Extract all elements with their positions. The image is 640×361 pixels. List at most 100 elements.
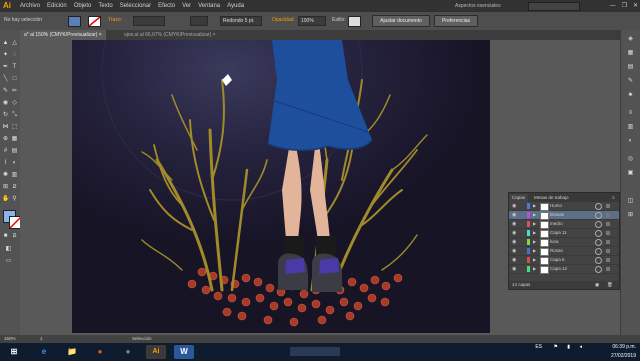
illustrator-logo[interactable]: Ai xyxy=(3,1,17,11)
target-circle-icon[interactable] xyxy=(595,203,602,210)
mesh-tool-icon[interactable]: # xyxy=(2,148,9,155)
volume-icon[interactable]: ◂ xyxy=(572,343,582,361)
layer-row[interactable]: ◉ ▶ Rosas xyxy=(509,247,619,256)
direct-selection-tool-icon[interactable]: △ xyxy=(11,40,18,47)
line-tool-icon[interactable]: ╲ xyxy=(2,76,9,83)
menu-ayuda[interactable]: Ayuda xyxy=(227,0,244,12)
stroke-panel-icon[interactable]: ≡ xyxy=(627,110,634,117)
eraser-tool-icon[interactable]: ◇ xyxy=(11,100,18,107)
scale-tool-icon[interactable]: ⤡ xyxy=(11,112,18,119)
new-layer-icon[interactable]: ▣ xyxy=(595,281,599,289)
layer-row[interactable]: ◉ ▶ Capa 11 xyxy=(509,229,619,238)
magic-wand-icon[interactable]: ✦ xyxy=(2,52,9,59)
target-circle-icon[interactable] xyxy=(595,230,602,237)
canvas-area[interactable] xyxy=(20,40,620,335)
swatches-panel-icon[interactable]: ▤ xyxy=(627,64,634,71)
tab-close-icon[interactable]: × xyxy=(99,32,102,38)
menu-ver[interactable]: Ver xyxy=(182,0,191,12)
color-mode-icon[interactable]: ■ xyxy=(2,233,9,240)
artboard[interactable] xyxy=(72,40,490,333)
internet-explorer-icon[interactable]: e xyxy=(34,345,54,359)
column-graph-icon[interactable]: ▥ xyxy=(11,172,18,179)
tab-artboards[interactable]: Mesas de trabajo xyxy=(531,194,572,202)
chrome-icon[interactable]: ● xyxy=(118,345,138,359)
help-search-input[interactable] xyxy=(528,2,580,11)
clock[interactable]: 06:39 p.m. 27/02/2019 xyxy=(586,343,636,361)
opacity-field[interactable]: 100% xyxy=(298,16,326,26)
expand-triangle-icon[interactable]: ▶ xyxy=(533,211,538,219)
layer-row[interactable]: ◉ ▶ Humo xyxy=(509,202,619,211)
selection-indicator[interactable] xyxy=(606,204,610,208)
selection-indicator[interactable] xyxy=(606,249,610,253)
variable-width-profile[interactable] xyxy=(190,16,208,26)
status-mode[interactable]: Selección xyxy=(132,335,152,343)
brush-definition-select[interactable]: Redondo 5 pt. xyxy=(220,16,262,26)
target-circle-icon[interactable] xyxy=(595,239,602,246)
menu-objeto[interactable]: Objeto xyxy=(74,0,92,12)
gradient-tool-icon[interactable]: ▤ xyxy=(11,148,18,155)
minimize-icon[interactable]: — xyxy=(610,0,616,12)
blend-tool-icon[interactable]: ◐ xyxy=(11,160,18,167)
width-tool-icon[interactable]: ⋈ xyxy=(2,124,9,131)
pen-tool-icon[interactable]: ✒ xyxy=(2,64,9,71)
layer-name[interactable]: medro xyxy=(550,220,563,228)
menu-texto[interactable]: Texto xyxy=(98,0,112,12)
expand-triangle-icon[interactable]: ▶ xyxy=(533,256,538,264)
color-panel-icon[interactable]: ◈ xyxy=(627,36,634,43)
blob-brush-icon[interactable]: ◉ xyxy=(2,100,9,107)
tab-close-icon[interactable]: × xyxy=(213,32,216,38)
eyedropper-tool-icon[interactable]: ⌇ xyxy=(2,160,9,167)
expand-triangle-icon[interactable]: ▶ xyxy=(533,220,538,228)
expand-triangle-icon[interactable]: ▶ xyxy=(533,247,538,255)
graphic-styles-icon[interactable]: ▣ xyxy=(627,170,634,177)
visibility-eye-icon[interactable]: ◉ xyxy=(512,221,518,227)
stroke-weight-field[interactable] xyxy=(133,16,165,26)
menu-archivo[interactable]: Archivo xyxy=(20,0,40,12)
stroke-swatch[interactable] xyxy=(88,16,101,27)
layer-name[interactable]: Rosas xyxy=(550,247,563,255)
visibility-eye-icon[interactable]: ◉ xyxy=(512,239,518,245)
layer-name[interactable]: Brasas xyxy=(550,211,564,219)
flag-icon[interactable]: ⚑ xyxy=(548,343,558,361)
fill-swatch[interactable] xyxy=(68,16,81,27)
expand-triangle-icon[interactable]: ▶ xyxy=(533,265,538,273)
layer-row[interactable]: ◉ ▶ medro xyxy=(509,220,619,229)
expand-triangle-icon[interactable]: ▶ xyxy=(533,202,538,210)
network-icon[interactable]: ▮ xyxy=(560,343,570,361)
transparency-panel-icon[interactable]: ◐ xyxy=(627,138,634,145)
appearance-panel-icon[interactable]: ◎ xyxy=(627,156,634,163)
artboard-navigator[interactable]: 1 xyxy=(40,335,43,343)
target-circle-icon[interactable] xyxy=(595,266,602,273)
visibility-eye-icon[interactable]: ◉ xyxy=(512,230,518,236)
zoom-level[interactable]: 150% xyxy=(4,335,16,343)
workspace-switcher[interactable]: Aspectos esenciales xyxy=(455,2,525,10)
expand-triangle-icon[interactable]: ▶ xyxy=(533,229,538,237)
language-indicator[interactable]: ES xyxy=(528,343,542,361)
selection-indicator[interactable] xyxy=(606,213,610,217)
preferences-button[interactable]: Preferencias xyxy=(434,15,478,27)
color-guide-icon[interactable]: ▦ xyxy=(627,50,634,57)
symbols-panel-icon[interactable]: ♣ xyxy=(627,92,634,99)
gradient-panel-icon[interactable]: ▥ xyxy=(627,124,634,131)
trash-icon[interactable]: 🗑 xyxy=(607,281,613,289)
brushes-panel-icon[interactable]: ✎ xyxy=(627,78,634,85)
free-transform-icon[interactable]: ⬚ xyxy=(11,124,18,131)
drawing-mode-icon[interactable]: ◧ xyxy=(5,246,12,253)
visibility-eye-icon[interactable]: ◉ xyxy=(512,203,518,209)
selection-indicator[interactable] xyxy=(606,231,610,235)
selection-indicator[interactable] xyxy=(606,267,610,271)
target-circle-icon[interactable] xyxy=(595,212,602,219)
visibility-eye-icon[interactable]: ◉ xyxy=(512,266,518,272)
document-tab-active[interactable]: a* al 150% (CMYK/Previsualizar) × xyxy=(20,30,106,40)
expand-triangle-icon[interactable]: ▶ xyxy=(533,238,538,246)
menu-ventana[interactable]: Ventana xyxy=(198,0,220,12)
visibility-eye-icon[interactable]: ◉ xyxy=(512,257,518,263)
artboard-tool-icon[interactable]: ⊞ xyxy=(2,184,9,191)
tab-layers[interactable]: Capas xyxy=(509,194,529,202)
selection-indicator[interactable] xyxy=(606,240,610,244)
layer-name[interactable]: Capa 11 xyxy=(550,229,567,237)
visibility-eye-icon[interactable]: ◉ xyxy=(512,248,518,254)
layer-row[interactable]: ◉ ▶ Capa 6 xyxy=(509,256,619,265)
taskbar-thumbnail[interactable] xyxy=(290,347,340,356)
rectangle-tool-icon[interactable]: □ xyxy=(11,76,18,83)
